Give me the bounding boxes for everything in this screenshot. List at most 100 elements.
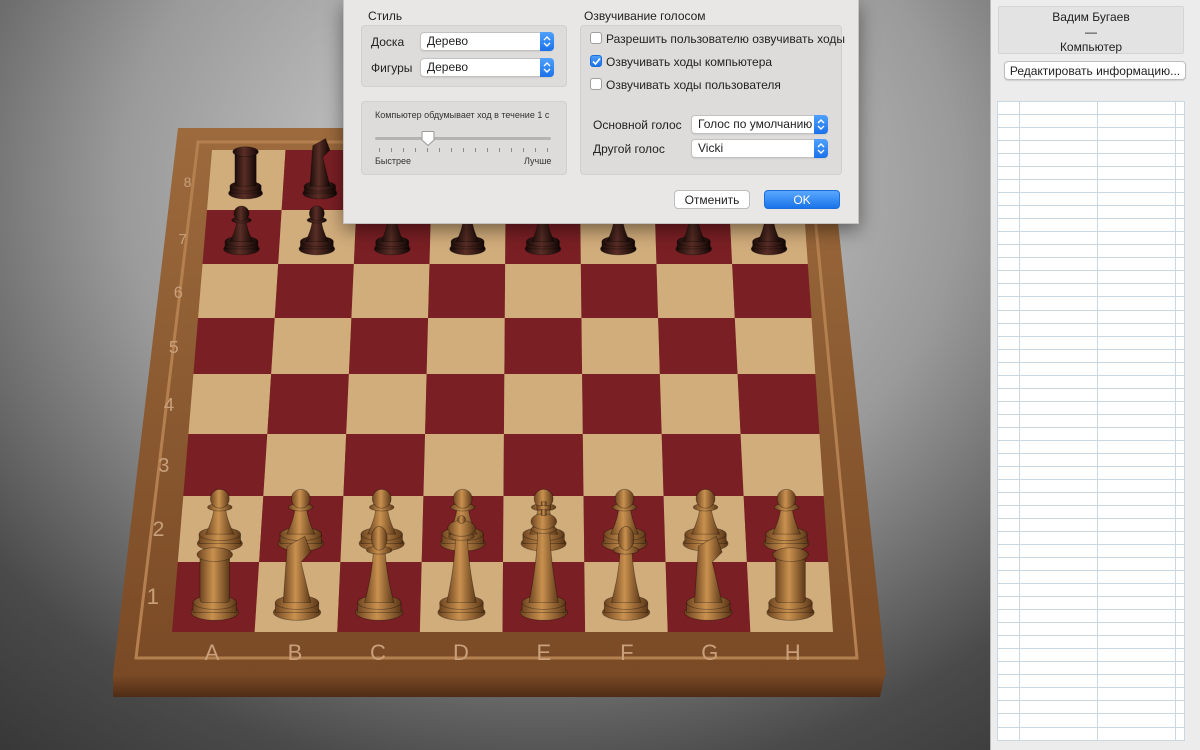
board-square-d4[interactable] (425, 374, 505, 434)
moves-row[interactable] (997, 283, 1185, 298)
white-player-name: Вадим Бугаев (1052, 10, 1130, 24)
computer-moves-checkbox[interactable] (590, 55, 602, 67)
board-square-h6[interactable] (732, 264, 812, 318)
moves-row[interactable] (997, 491, 1185, 506)
moves-row[interactable] (997, 413, 1185, 428)
moves-row[interactable] (997, 622, 1185, 637)
moves-row[interactable] (997, 635, 1185, 650)
moves-row[interactable] (997, 205, 1185, 220)
moves-row[interactable] (997, 687, 1185, 702)
moves-cell (1175, 452, 1185, 467)
moves-row[interactable] (997, 531, 1185, 546)
moves-row[interactable] (997, 270, 1185, 285)
board-square-c5[interactable] (348, 318, 429, 374)
board-square-a5[interactable] (193, 318, 275, 374)
moves-row[interactable] (997, 166, 1185, 181)
moves-row[interactable] (997, 544, 1185, 559)
edit-info-button[interactable]: Редактировать информацию... (1004, 61, 1186, 80)
board-square-b4[interactable] (267, 374, 349, 434)
board-square-h4[interactable] (737, 374, 820, 434)
board-square-h5[interactable] (734, 318, 816, 374)
moves-row[interactable] (997, 400, 1185, 415)
moves-row[interactable] (997, 700, 1185, 715)
moves-row[interactable] (997, 648, 1185, 663)
board-square-e4[interactable] (503, 374, 583, 434)
user-speak-checkbox[interactable] (590, 32, 602, 44)
moves-row[interactable] (997, 452, 1185, 467)
board-frame-side (113, 675, 885, 697)
moves-row[interactable] (997, 426, 1185, 441)
moves-row[interactable] (997, 478, 1185, 493)
think-time-slider-thumb[interactable] (421, 131, 435, 147)
user-moves-checkbox[interactable] (590, 78, 602, 90)
board-square-d3[interactable] (423, 434, 504, 496)
board-square-b6[interactable] (274, 264, 354, 318)
moves-row[interactable] (997, 439, 1185, 454)
moves-cell (1019, 100, 1098, 116)
moves-row[interactable] (997, 387, 1185, 402)
cancel-button[interactable]: Отменить (674, 190, 750, 209)
moves-row[interactable] (997, 674, 1185, 689)
moves-row[interactable] (997, 192, 1185, 207)
think-time-slider-track[interactable] (375, 137, 551, 140)
board-square-f5[interactable] (581, 318, 660, 374)
moves-row[interactable] (997, 713, 1185, 728)
board-square-g6[interactable] (656, 264, 735, 318)
moves-table[interactable] (997, 100, 1185, 741)
moves-row[interactable] (997, 517, 1185, 533)
moves-row[interactable] (997, 153, 1185, 168)
moves-row[interactable] (997, 100, 1185, 116)
other-voice-popup[interactable]: Vicki (691, 139, 828, 158)
moves-row[interactable] (997, 596, 1185, 611)
board-square-b5[interactable] (271, 318, 352, 374)
moves-row[interactable] (997, 661, 1185, 676)
moves-row[interactable] (997, 557, 1185, 572)
board-square-f3[interactable] (582, 434, 664, 496)
moves-row[interactable] (997, 726, 1185, 741)
moves-row[interactable] (997, 583, 1185, 598)
moves-row[interactable] (997, 296, 1185, 311)
board-square-c3[interactable] (343, 434, 426, 496)
moves-row[interactable] (997, 361, 1185, 376)
moves-row[interactable] (997, 335, 1185, 350)
moves-row[interactable] (997, 609, 1185, 624)
board-square-g5[interactable] (658, 318, 738, 374)
moves-row[interactable] (997, 348, 1185, 363)
moves-row[interactable] (997, 257, 1185, 272)
moves-row[interactable] (997, 309, 1185, 324)
board-square-g4[interactable] (659, 374, 741, 434)
moves-row[interactable] (997, 140, 1185, 155)
moves-row[interactable] (997, 179, 1185, 194)
board-square-d6[interactable] (428, 264, 506, 318)
board-square-e6[interactable] (504, 264, 582, 318)
moves-row[interactable] (997, 374, 1185, 389)
board-square-h3[interactable] (740, 434, 824, 496)
board-square-e3[interactable] (503, 434, 584, 496)
moves-row[interactable] (997, 465, 1185, 480)
board-square-d5[interactable] (426, 318, 505, 374)
moves-row[interactable] (997, 244, 1185, 259)
moves-row[interactable] (997, 114, 1185, 129)
board-square-a3[interactable] (183, 434, 268, 496)
moves-row[interactable] (997, 504, 1185, 520)
moves-cell (997, 140, 1020, 155)
ok-button[interactable]: OK (764, 190, 840, 209)
moves-row[interactable] (997, 127, 1185, 142)
board-square-c6[interactable] (351, 264, 430, 318)
moves-cell (997, 596, 1020, 611)
pieces-style-popup[interactable]: Дерево (420, 58, 554, 77)
board-square-f4[interactable] (582, 374, 662, 434)
moves-row[interactable] (997, 322, 1185, 337)
board-square-g3[interactable] (661, 434, 744, 496)
board-style-popup[interactable]: Дерево (420, 32, 554, 51)
board-square-b3[interactable] (263, 434, 347, 496)
board-square-c4[interactable] (346, 374, 427, 434)
board-square-a6[interactable] (198, 264, 279, 318)
main-voice-popup[interactable]: Голос по умолчанию (691, 115, 828, 134)
moves-row[interactable] (997, 218, 1185, 233)
moves-row[interactable] (997, 570, 1185, 585)
board-square-a4[interactable] (188, 374, 272, 434)
board-square-e5[interactable] (504, 318, 583, 374)
board-square-f6[interactable] (580, 264, 659, 318)
moves-row[interactable] (997, 231, 1185, 246)
